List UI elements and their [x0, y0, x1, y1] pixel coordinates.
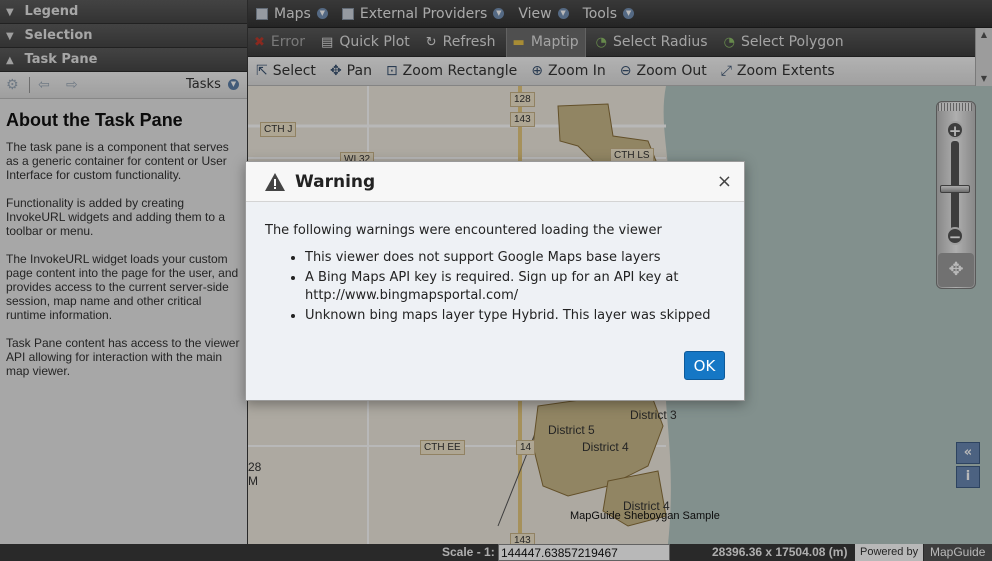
- warning-dialog: Warning × The following warnings were en…: [245, 161, 745, 401]
- warning-icon: [265, 172, 285, 191]
- ok-button[interactable]: OK: [684, 351, 725, 380]
- warning-list: This viewer does not support Google Maps…: [305, 249, 725, 325]
- warning-item: This viewer does not support Google Maps…: [305, 249, 725, 267]
- close-icon[interactable]: ×: [717, 171, 732, 192]
- warning-item: A Bing Maps API key is required. Sign up…: [305, 269, 725, 305]
- dialog-title: Warning: [295, 171, 376, 192]
- dialog-header: Warning ×: [246, 162, 744, 202]
- dialog-intro: The following warnings were encountered …: [265, 223, 662, 238]
- warning-item: Unknown bing maps layer type Hybrid. Thi…: [305, 307, 725, 325]
- dialog-body: The following warnings were encountered …: [246, 202, 744, 400]
